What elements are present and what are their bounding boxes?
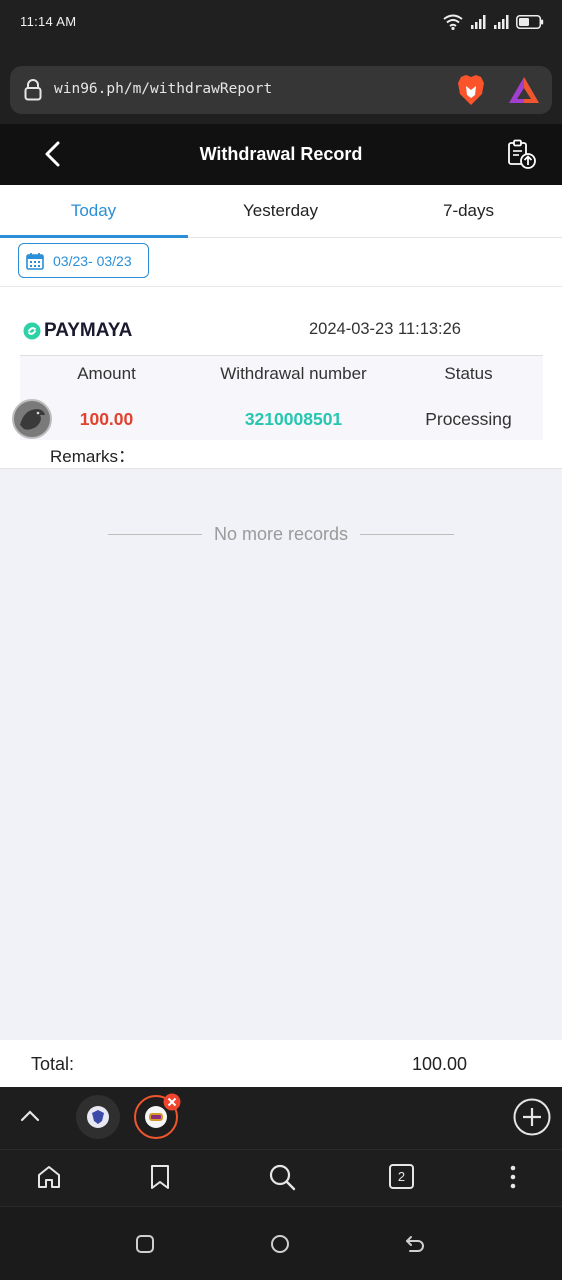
- avatar[interactable]: [12, 399, 52, 439]
- column-header-status: Status: [444, 364, 493, 383]
- close-tab-icon[interactable]: [163, 1093, 181, 1111]
- payment-provider: PAYMAYA: [23, 320, 132, 342]
- total-value: 100.00: [412, 1054, 468, 1074]
- lock-icon[interactable]: [24, 79, 42, 101]
- bookmark-icon[interactable]: [149, 1164, 171, 1190]
- system-navigation-bar: [0, 1206, 562, 1280]
- brave-rewards-icon[interactable]: [508, 76, 540, 104]
- withdrawal-number: 3210008501: [244, 409, 343, 429]
- divider: [107, 533, 202, 535]
- date-filter-row: 03/23- 03/23: [0, 238, 562, 286]
- chevron-up-icon[interactable]: [20, 1108, 40, 1124]
- record-details-table: Amount Withdrawal number Status 100.00 3…: [20, 356, 543, 440]
- site-favicon-icon: [87, 1106, 109, 1128]
- new-tab-icon[interactable]: [513, 1098, 551, 1136]
- withdrawal-status: Processing: [425, 409, 512, 429]
- paymaya-logo-icon: [23, 322, 41, 340]
- more-menu-icon[interactable]: [509, 1165, 517, 1189]
- status-time: 11:14 AM: [20, 14, 77, 29]
- no-more-records-text: No more records: [213, 523, 349, 544]
- home-icon[interactable]: [36, 1164, 62, 1190]
- date-range-label: 03/23- 03/23: [53, 252, 132, 269]
- signal-icon: [494, 15, 509, 29]
- date-range-button[interactable]: 03/23- 03/23: [18, 243, 149, 278]
- status-icons: [443, 13, 544, 31]
- provider-name: PAYMAYA: [44, 320, 133, 341]
- app-header: Withdrawal Record: [0, 124, 562, 185]
- eagle-avatar-icon: [20, 409, 45, 430]
- divider: [360, 533, 455, 535]
- browser-tab-1[interactable]: [76, 1095, 120, 1139]
- column-header-amount: Amount: [77, 364, 136, 383]
- tab-switcher-button[interactable]: 2: [389, 1164, 414, 1189]
- address-bar[interactable]: win96.ph/m/withdrawReport: [10, 66, 552, 114]
- tab-yesterday[interactable]: Yesterday: [187, 185, 374, 238]
- browser-toolbar: win96.ph/m/withdrawReport: [0, 46, 562, 124]
- clipboard-upload-icon[interactable]: [505, 138, 537, 170]
- total-label: Total:: [31, 1054, 75, 1074]
- record-datetime: 2024-03-23 11:13:26: [309, 320, 461, 338]
- home-circle-icon[interactable]: [270, 1234, 290, 1254]
- status-bar: 11:14 AM: [0, 0, 562, 46]
- calendar-icon: [26, 252, 44, 270]
- url-text[interactable]: win96.ph/m/withdrawReport: [54, 81, 272, 97]
- tab-today[interactable]: Today: [0, 185, 187, 238]
- search-icon[interactable]: [268, 1163, 296, 1191]
- remarks-label: Remarks：: [50, 447, 136, 466]
- recent-apps-icon[interactable]: [135, 1234, 155, 1254]
- signal-icon: [471, 15, 486, 29]
- battery-icon: [516, 15, 544, 29]
- period-tabs: Today Yesterday 7-days: [0, 185, 562, 238]
- brave-lion-icon[interactable]: [456, 74, 486, 106]
- page-title: Withdrawal Record: [199, 144, 363, 164]
- withdrawal-record-card[interactable]: PAYMAYA 2024-03-23 11:13:26 Amount Withd…: [0, 286, 562, 469]
- no-more-records: No more records: [0, 522, 562, 546]
- tab-7-days[interactable]: 7-days: [375, 185, 562, 238]
- total-bar: Total: 100.00: [0, 1040, 562, 1087]
- back-icon[interactable]: [404, 1234, 426, 1254]
- column-header-withdrawal-number: Withdrawal number: [220, 364, 367, 383]
- browser-bottom-nav: 2: [0, 1149, 562, 1206]
- wifi-icon: [443, 14, 463, 30]
- browser-tab-strip: [0, 1087, 562, 1149]
